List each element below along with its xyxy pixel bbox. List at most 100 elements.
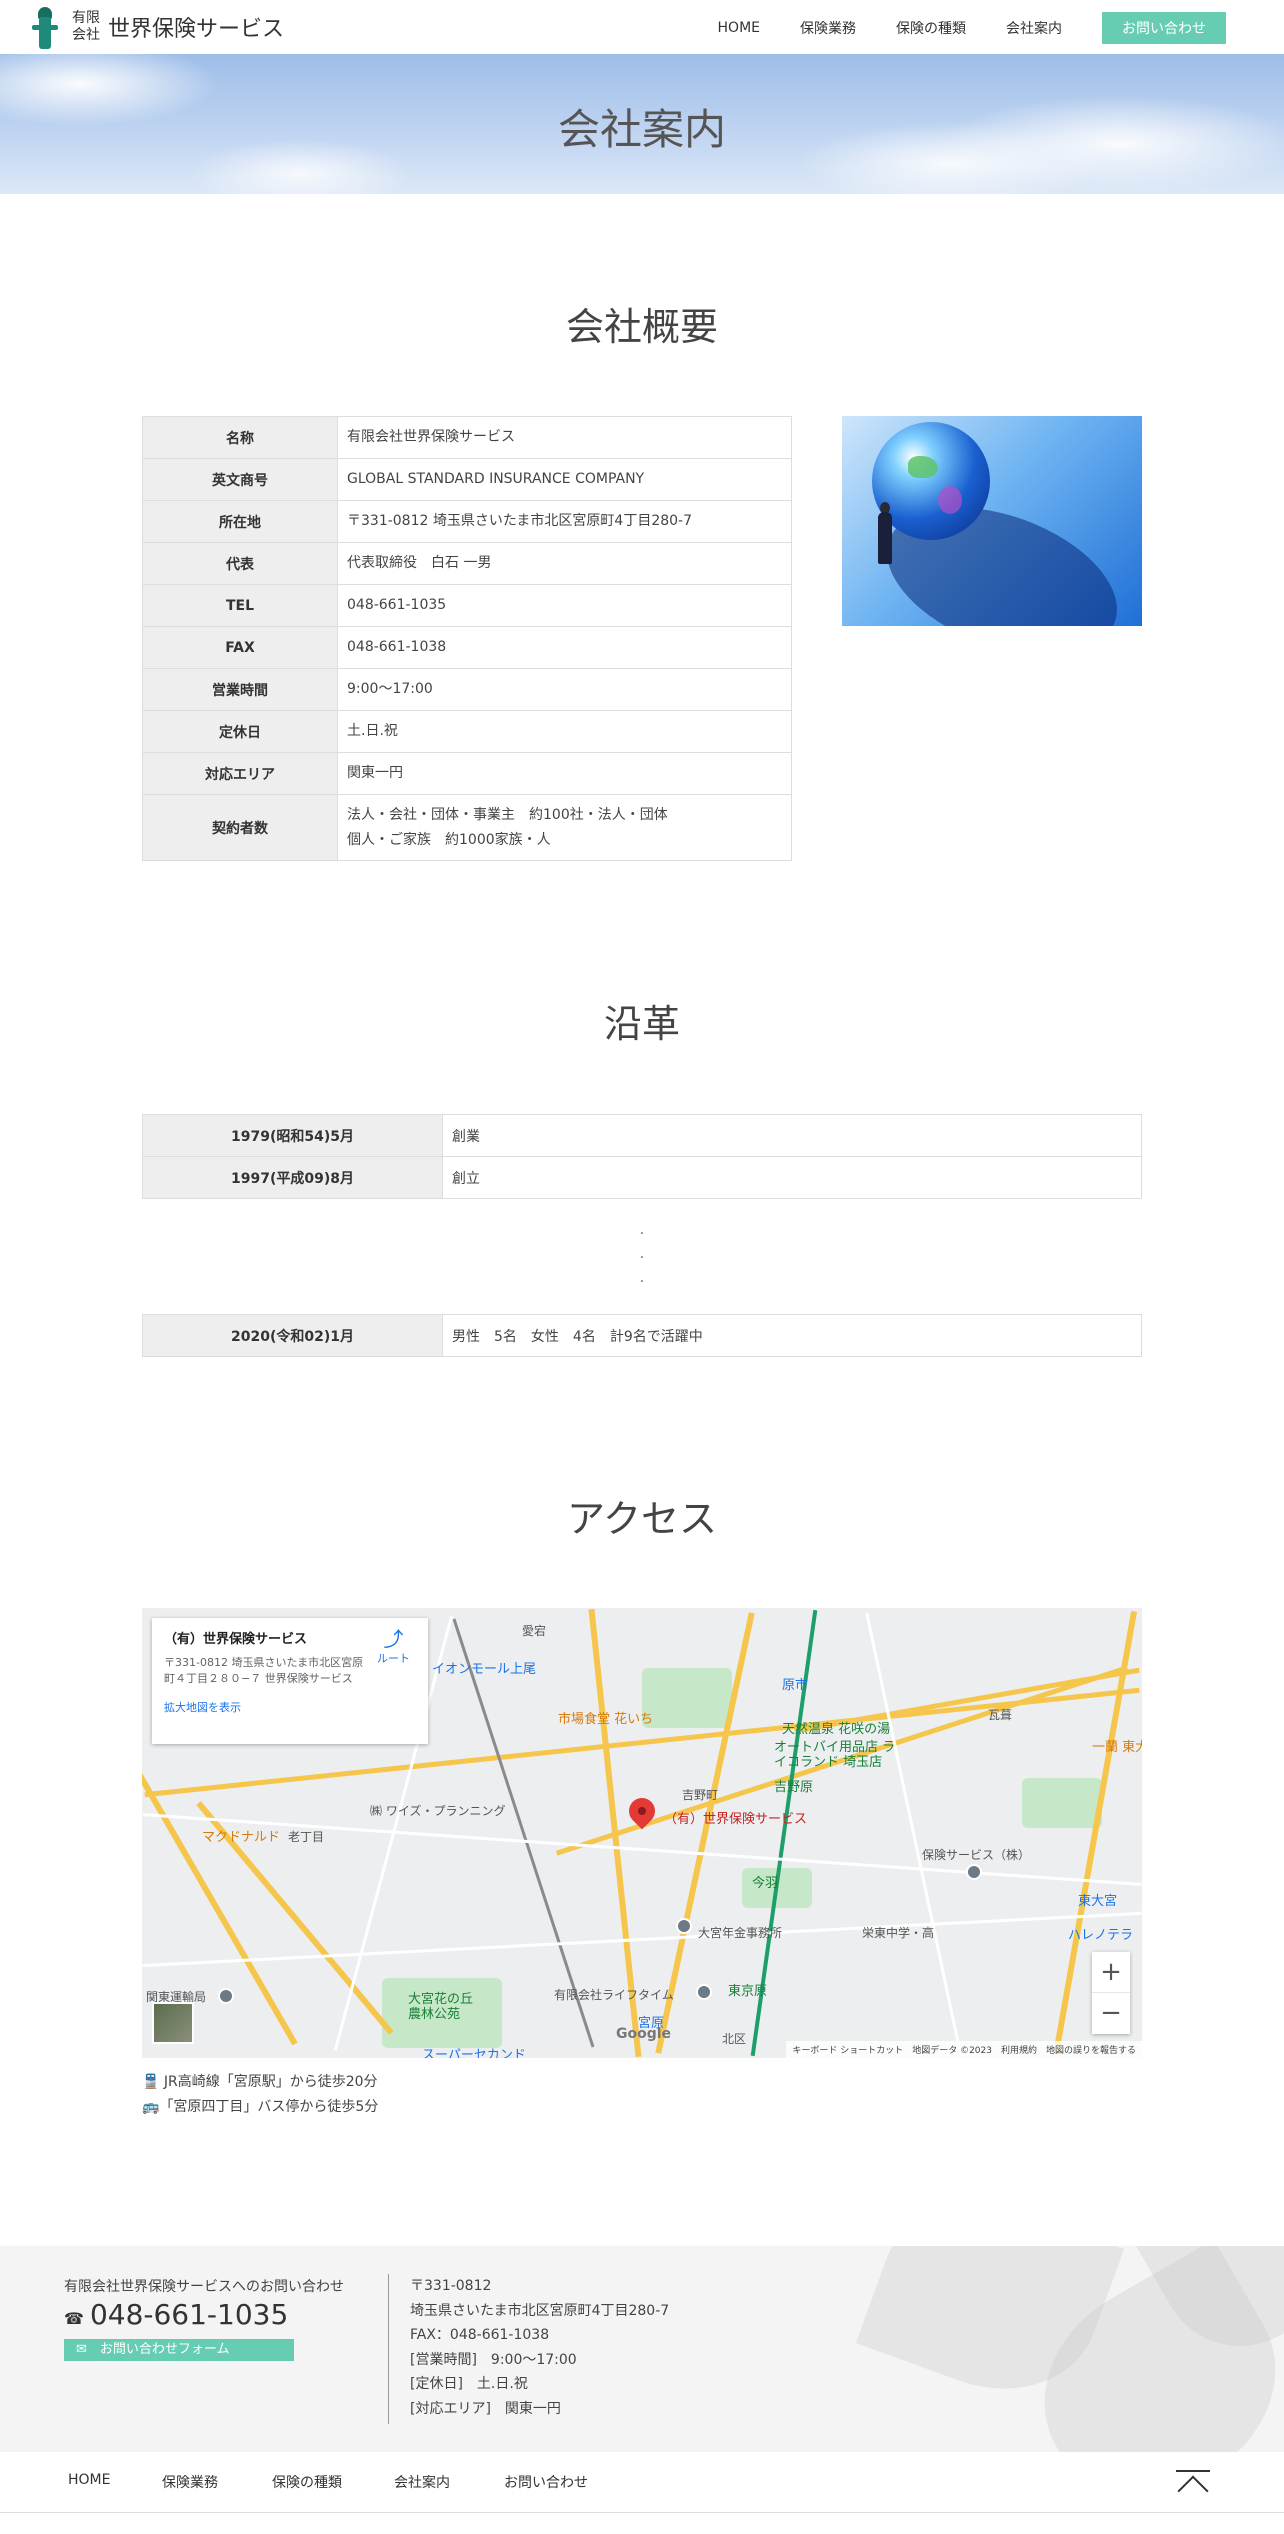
history-event: 男性 5名 女性 4名 計9名で活躍中	[442, 1314, 1142, 1357]
phone-icon: ☎	[64, 2309, 84, 2328]
footer-nav-home[interactable]: HOME	[68, 2472, 110, 2488]
footer-divider	[388, 2274, 389, 2424]
logo-company-type: 有限 会社	[72, 10, 100, 43]
history-ellipsis: ...	[639, 1222, 645, 1286]
map-attribution[interactable]: キーボード ショートカット 地図データ ©2023 利用規約 地図の誤りを報告す…	[786, 2041, 1142, 2058]
map-route-button[interactable]: ⤴ ルート	[377, 1628, 410, 1666]
zoom-out-button[interactable]: −	[1092, 1993, 1130, 2034]
table-row: 代表 代表取締役 白石 一男	[142, 542, 792, 585]
row-value: 〒331-0812 埼玉県さいたま市北区宮原町4丁目280-7	[337, 500, 792, 543]
overview-title: 会社概要	[565, 305, 718, 349]
nav-contact-button[interactable]: お問い合わせ	[1102, 12, 1226, 44]
row-value: 有限会社世界保険サービス	[337, 416, 792, 459]
map-poi-icon[interactable]	[218, 1988, 234, 2004]
access-title: アクセス	[566, 1497, 718, 1541]
row-value: 関東一円	[337, 752, 792, 795]
contracts-corporate: 法人・会社・団体・事業主 約100社・法人・団体	[347, 806, 668, 823]
map-label: 老丁目	[288, 1830, 325, 1844]
overview-table: 名称 有限会社世界保険サービス 英文商号 GLOBAL STANDARD INSUR…	[142, 416, 792, 861]
table-row: 1997(平成09)8月 創立	[142, 1156, 1142, 1199]
table-row: TEL 048-661-1035	[142, 584, 792, 627]
row-label: 契約者数	[142, 794, 338, 861]
row-label: 営業時間	[142, 668, 338, 711]
map-card-address: 〒331-0812 埼玉県さいたま市北区宮原町４丁目２８０−７ 世界保険サービス	[164, 1656, 364, 1685]
zoom-in-button[interactable]: +	[1092, 1952, 1130, 1993]
access-note-bus: 🚌「宮原四丁目」バス停から徒歩5分	[142, 2099, 379, 2115]
row-label: 代表	[142, 542, 338, 585]
footer-nav-insurance-types[interactable]: 保険の種類	[272, 2472, 342, 2492]
row-value: 土.日.祝	[337, 710, 792, 753]
row-value: 048-661-1038	[337, 626, 792, 669]
row-label: 所在地	[142, 500, 338, 543]
footer-nav-company[interactable]: 会社案内	[394, 2472, 450, 2492]
logo-company-name: 世界保険サービス	[108, 17, 285, 42]
footer-fax: FAX：048-661-1038	[410, 2327, 550, 2343]
access-note-train: 🚆 JR高崎線「宮原駅」から徒歩20分	[142, 2074, 378, 2090]
history-event: 創業	[442, 1114, 1142, 1157]
map-enlarge-link[interactable]: 拡大地図を表示	[164, 1699, 416, 1715]
nav-company[interactable]: 会社案内	[1006, 18, 1062, 38]
map-zoom-control: + −	[1092, 1952, 1130, 2034]
google-map[interactable]: イオンモール上尾 市場食堂 花いち 天然温泉 花咲の湯 オートバイ用品店 ライコ…	[142, 1608, 1142, 2058]
footer-nav-insurance-business[interactable]: 保険業務	[162, 2472, 218, 2492]
table-row: 英文商号 GLOBAL STANDARD INSURANCE COMPANY	[142, 458, 792, 501]
map-label: 東大宮	[1078, 1894, 1118, 1909]
bus-icon: 🚌	[142, 2099, 160, 2115]
map-label: 栄東中学・高	[862, 1926, 935, 1940]
table-row: 名称 有限会社世界保険サービス	[142, 416, 792, 459]
map-label: 東京原	[728, 1984, 768, 1999]
table-row: 契約者数 法人・会社・団体・事業主 約100社・法人・団体 個人・ご家族 約10…	[142, 794, 792, 861]
map-info-card: （有）世界保険サービス 〒331-0812 埼玉県さいたま市北区宮原町４丁目２８…	[152, 1618, 428, 1744]
row-value: 048-661-1035	[337, 584, 792, 627]
map-label: マクドナルド	[202, 1830, 281, 1845]
footer-address: 〒331-0812 埼玉県さいたま市北区宮原町4丁目280-7 FAX：048-…	[410, 2274, 669, 2421]
satellite-toggle[interactable]	[152, 2002, 194, 2044]
map-poi-icon[interactable]	[966, 1864, 982, 1880]
nav-insurance-business[interactable]: 保険業務	[800, 18, 856, 38]
map-label: 瓦葺	[988, 1708, 1013, 1722]
map-label: 天然温泉 花咲の湯	[782, 1722, 891, 1737]
map-label: オートバイ用品店 ライコランド 埼玉店	[774, 1740, 896, 1770]
back-to-top-icon[interactable]	[1176, 2470, 1210, 2507]
directions-icon: ⤴	[383, 1627, 404, 1651]
access-notes: 🚆 JR高崎線「宮原駅」から徒歩20分 🚌「宮原四丁目」バス停から徒歩5分	[142, 2070, 378, 2120]
map-label: 今羽	[752, 1876, 779, 1891]
map-label: 大宮年金事務所	[698, 1926, 783, 1940]
row-label: TEL	[142, 584, 338, 627]
row-value: 代表取締役 白石 一男	[337, 542, 792, 585]
history-table-latest: 2020(令和02)1月 男性 5名 女性 4名 計9名で活躍中	[142, 1314, 1142, 1357]
row-label: 対応エリア	[142, 752, 338, 795]
table-row: 2020(令和02)1月 男性 5名 女性 4名 計9名で活躍中	[142, 1314, 1142, 1357]
table-row: 所在地 〒331-0812 埼玉県さいたま市北区宮原町4丁目280-7	[142, 500, 792, 543]
logo-hydrant-icon	[32, 5, 58, 49]
site-footer: 有限会社世界保険サービスへのお問い合わせ ☎ 048-661-1035 ✉ お問い…	[0, 2246, 1284, 2452]
history-event: 創立	[442, 1156, 1142, 1199]
map-poi-icon[interactable]	[676, 1918, 692, 1934]
map-label: 吉野原	[774, 1780, 814, 1795]
history-date: 1997(平成09)8月	[142, 1156, 443, 1199]
table-row: 対応エリア 関東一円	[142, 752, 792, 795]
footer-phone[interactable]: ☎ 048-661-1035	[64, 2298, 344, 2331]
map-label: 愛宕	[522, 1624, 547, 1638]
map-label: 保険サービス（株）	[922, 1848, 1031, 1862]
table-row: 営業時間 9:00～17:00	[142, 668, 792, 711]
table-row: FAX 048-661-1038	[142, 626, 792, 669]
footer-nav-contact[interactable]: お問い合わせ	[504, 2472, 588, 2492]
footer-contact: 有限会社世界保険サービスへのお問い合わせ ☎ 048-661-1035 ✉ お問い…	[64, 2276, 344, 2361]
map-label: 大宮花の丘 農林公苑	[408, 1992, 474, 2022]
nav-insurance-types[interactable]: 保険の種類	[896, 18, 966, 38]
contact-form-button[interactable]: ✉ お問い合わせフォーム	[64, 2339, 294, 2361]
map-poi-icon[interactable]	[696, 1984, 712, 2000]
map-label: 一蘭 東大	[1092, 1740, 1142, 1755]
footer-hours: [営業時間] 9:00～17:00	[410, 2351, 577, 2368]
hero-banner: 会社案内	[0, 54, 1284, 194]
map-label: イオンモール上尾	[432, 1662, 537, 1677]
map-label: ハレノテラ	[1068, 1928, 1134, 1943]
contracts-individual: 個人・ご家族 約1000家族・人	[347, 831, 551, 848]
row-label: FAX	[142, 626, 338, 669]
footer-street: 埼玉県さいたま市北区宮原町4丁目280-7	[410, 2302, 670, 2319]
nav-home[interactable]: HOME	[718, 20, 760, 36]
table-row: 1979(昭和54)5月 創業	[142, 1114, 1142, 1157]
site-logo[interactable]: 有限 会社 世界保険サービス	[32, 0, 284, 54]
google-logo: Google	[616, 2026, 672, 2042]
